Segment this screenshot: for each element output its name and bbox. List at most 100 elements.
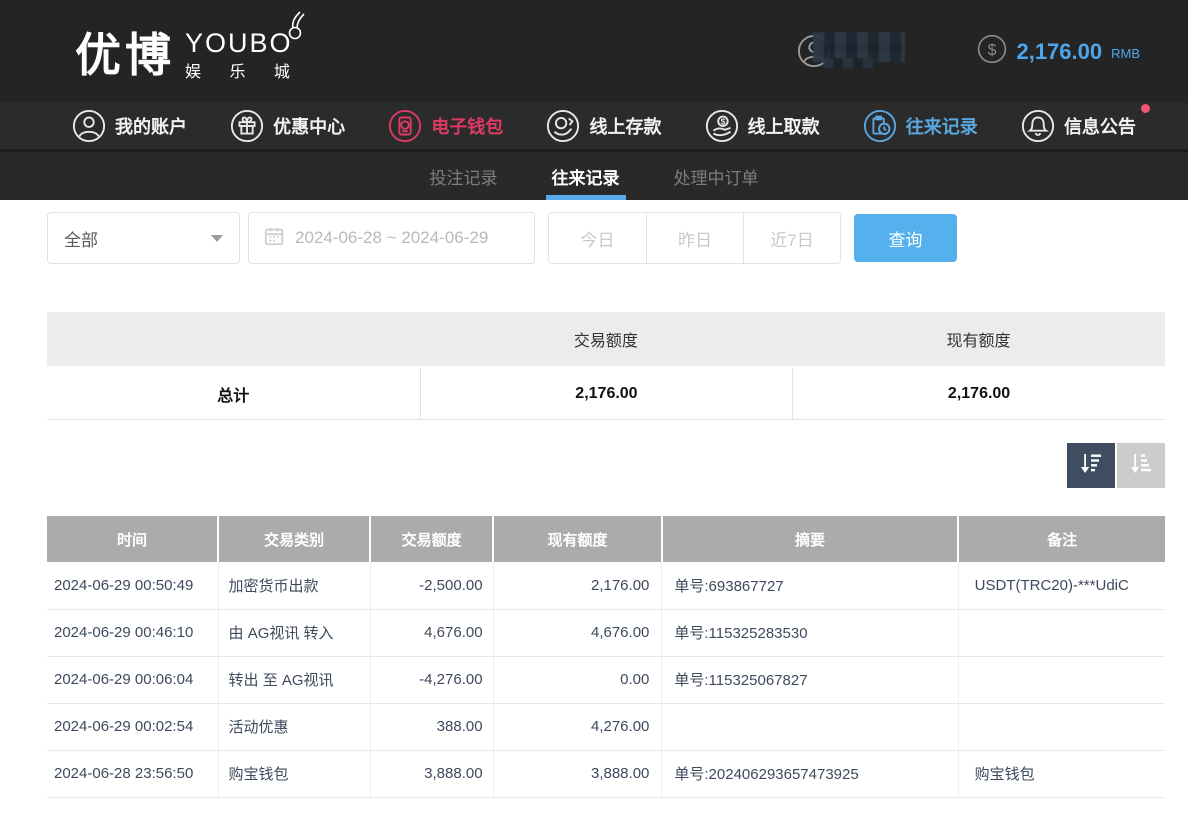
col-header-amount: 交易额度: [370, 516, 493, 562]
table-cell: 4,676.00: [370, 609, 493, 656]
main-navigation: 我的账户 优惠中心 电子钱包 线上存款: [0, 103, 1188, 152]
nav-label: 优惠中心: [273, 113, 345, 139]
nav-label: 线上取款: [748, 113, 820, 139]
date-range-input[interactable]: 2024-06-28 ~ 2024-06-29: [248, 212, 535, 264]
table-cell: 购宝钱包: [958, 750, 1165, 797]
summary-header-balance: 现有额度: [792, 327, 1165, 351]
nav-item-deposit[interactable]: 线上存款: [546, 109, 661, 143]
user-icon: [72, 109, 106, 143]
summary-transaction-total: 2,176.00: [420, 368, 793, 419]
summary-total-label: 总计: [47, 368, 420, 419]
deposit-coin-icon: [546, 109, 580, 143]
table-cell: 单号:115325283530: [662, 609, 958, 656]
table-cell: 4,276.00: [493, 703, 662, 750]
table-cell: -4,276.00: [370, 656, 493, 703]
records-clipboard-icon: [863, 109, 897, 143]
logo-cn-text: 优博: [75, 19, 175, 85]
summary-header-row: 交易额度 现有额度: [47, 312, 1165, 366]
table-cell: [958, 656, 1165, 703]
col-header-summary: 摘要: [662, 516, 958, 562]
sort-ascending-icon: [1127, 449, 1155, 482]
table-cell: 转出 至 AG视讯: [218, 656, 370, 703]
table-cell: -2,500.00: [370, 562, 493, 609]
table-cell: [958, 609, 1165, 656]
filter-bar: 全部 2024-06-28 ~ 2024-06-29 今日 昨日 近7日 查询: [47, 212, 1165, 264]
table-cell: USDT(TRC20)-***UdiC: [958, 562, 1165, 609]
table-cell: 单号:202406293657473925: [662, 750, 958, 797]
table-cell: 2024-06-29 00:46:10: [47, 609, 218, 656]
col-header-time: 时间: [47, 516, 218, 562]
withdraw-hand-icon: $: [705, 109, 739, 143]
table-cell: 单号:693867727: [662, 562, 958, 609]
nav-item-e-wallet[interactable]: 电子钱包: [388, 109, 503, 143]
nav-item-announcements[interactable]: 信息公告: [1021, 109, 1136, 143]
type-select[interactable]: 全部: [47, 212, 240, 264]
table-row: 2024-06-29 00:02:54活动优惠388.004,276.00: [47, 703, 1165, 750]
table-cell: 活动优惠: [218, 703, 370, 750]
sort-controls: [47, 443, 1165, 488]
censored-username-2: [823, 58, 873, 68]
wallet-icon: [388, 109, 422, 143]
table-row: 2024-06-28 23:56:50购宝钱包3,888.003,888.00单…: [47, 750, 1165, 797]
date-range-value: 2024-06-28 ~ 2024-06-29: [295, 228, 488, 248]
col-header-type: 交易类别: [218, 516, 370, 562]
search-button[interactable]: 查询: [854, 214, 957, 262]
table-cell: 3,888.00: [493, 750, 662, 797]
table-cell: 4,676.00: [493, 609, 662, 656]
logo-sub-text: 娱 乐 城: [185, 65, 302, 81]
tab-processing-orders[interactable]: 处理中订单: [670, 152, 763, 200]
summary-balance-total: 2,176.00: [792, 368, 1165, 419]
gift-icon: [230, 109, 264, 143]
calendar-icon: [263, 225, 285, 252]
top-header: 优博 YOUBO 娱 乐 城: [0, 0, 1188, 103]
type-select-value: 全部: [64, 226, 98, 251]
site-logo[interactable]: 优博 YOUBO 娱 乐 城: [75, 19, 302, 85]
balance-display[interactable]: $ 2,176.00 RMB: [977, 34, 1140, 69]
tab-betting-records[interactable]: 投注记录: [426, 152, 502, 200]
yesterday-button[interactable]: 昨日: [646, 213, 743, 263]
tab-transaction-records[interactable]: 往来记录: [548, 152, 624, 200]
page-content: 全部 2024-06-28 ~ 2024-06-29 今日 昨日 近7日 查询 …: [47, 212, 1165, 798]
quick-date-buttons: 今日 昨日 近7日: [548, 212, 841, 264]
dollar-circle-icon: $: [977, 34, 1007, 69]
nav-label: 线上存款: [589, 113, 661, 139]
svg-text:$: $: [988, 42, 997, 59]
balance-amount: 2,176.00: [1016, 39, 1102, 65]
table-cell: 2,176.00: [493, 562, 662, 609]
bell-icon: [1021, 109, 1055, 143]
notification-dot: [1141, 104, 1150, 113]
nav-label: 往来记录: [906, 113, 978, 139]
balance-currency: RMB: [1111, 46, 1140, 61]
table-cell: 388.00: [370, 703, 493, 750]
nav-item-my-account[interactable]: 我的账户: [72, 109, 187, 143]
nav-item-transaction-records[interactable]: 往来记录: [863, 109, 978, 143]
today-button[interactable]: 今日: [549, 213, 646, 263]
transactions-table-header: 时间 交易类别 交易额度 现有额度 摘要 备注: [47, 516, 1165, 562]
table-cell: 2024-06-29 00:06:04: [47, 656, 218, 703]
transactions-table-body: 2024-06-29 00:50:49加密货币出款-2,500.002,176.…: [47, 562, 1165, 797]
last-7-days-button[interactable]: 近7日: [743, 213, 840, 263]
sort-ascending-button[interactable]: [1117, 443, 1165, 488]
nav-label: 信息公告: [1064, 113, 1136, 139]
col-header-balance: 现有额度: [493, 516, 662, 562]
chevron-down-icon: [211, 235, 223, 242]
table-row: 2024-06-29 00:50:49加密货币出款-2,500.002,176.…: [47, 562, 1165, 609]
summary-total-row: 总计 2,176.00 2,176.00: [47, 368, 1165, 420]
sort-descending-button[interactable]: [1067, 443, 1115, 488]
table-row: 2024-06-29 00:06:04转出 至 AG视讯-4,276.000.0…: [47, 656, 1165, 703]
user-account[interactable]: [797, 32, 917, 72]
table-cell: 2024-06-29 00:02:54: [47, 703, 218, 750]
svg-text:$: $: [720, 117, 725, 127]
sort-descending-icon: [1077, 449, 1105, 482]
account-area: $ 2,176.00 RMB: [797, 32, 1140, 72]
flame-icon: [280, 10, 306, 45]
summary-header-transaction: 交易额度: [420, 327, 793, 351]
col-header-remarks: 备注: [958, 516, 1165, 562]
nav-label: 我的账户: [115, 113, 187, 139]
table-cell: 0.00: [493, 656, 662, 703]
nav-item-promotions[interactable]: 优惠中心: [230, 109, 345, 143]
nav-item-withdraw[interactable]: $ 线上取款: [705, 109, 820, 143]
table-cell: 购宝钱包: [218, 750, 370, 797]
table-cell: [958, 703, 1165, 750]
table-cell: 2024-06-28 23:56:50: [47, 750, 218, 797]
